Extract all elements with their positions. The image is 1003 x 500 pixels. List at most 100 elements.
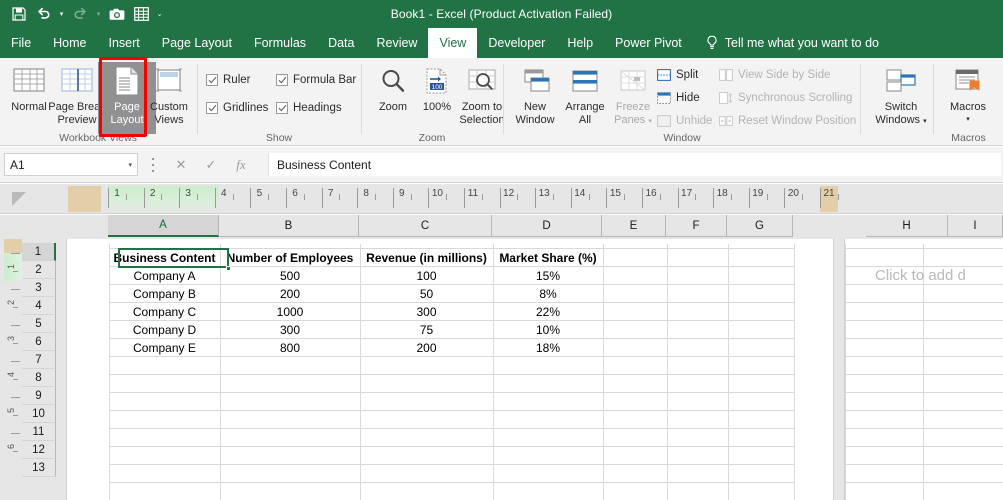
switch-windows-label-2: Windows ▾ [875, 114, 926, 129]
redo-dropdown-caret-icon[interactable]: ▾ [93, 3, 104, 25]
undo-icon[interactable] [32, 3, 54, 25]
table-cell[interactable]: 500 [220, 267, 360, 285]
tab-page-layout[interactable]: Page Layout [151, 28, 243, 58]
table-cell[interactable]: 800 [220, 339, 360, 357]
macros-button[interactable]: Macros ▾ [939, 62, 997, 134]
checkbox-headings[interactable]: Headings [276, 102, 342, 114]
row-header-1[interactable]: 1 [22, 243, 56, 261]
tab-review[interactable]: Review [365, 28, 428, 58]
view-side-by-side-label: View Side by Side [738, 69, 830, 81]
table-cell[interactable]: 22% [493, 303, 603, 321]
save-icon[interactable] [8, 3, 30, 25]
undo-dropdown-caret-icon[interactable]: ▾ [56, 3, 67, 25]
table-cell[interactable]: 10% [493, 321, 603, 339]
row-header-4[interactable]: 4 [22, 297, 56, 315]
table-cell[interactable]: Company C [109, 303, 220, 321]
chevron-down-icon[interactable]: ▾ [966, 114, 970, 127]
hide-button[interactable]: Hide [656, 91, 700, 104]
freeze-panes-button[interactable]: Freeze Panes ▾ [604, 62, 662, 134]
tab-view[interactable]: View [428, 28, 477, 58]
row-header-5[interactable]: 5 [22, 315, 56, 333]
table-cell[interactable]: 1000 [220, 303, 360, 321]
tab-formulas[interactable]: Formulas [243, 28, 317, 58]
unhide-button[interactable]: Unhide [656, 114, 712, 127]
camera-icon[interactable] [106, 3, 128, 25]
table-cell[interactable]: Company A [109, 267, 220, 285]
column-header-d[interactable]: D [492, 215, 602, 237]
unhide-icon [656, 114, 671, 127]
table-cell[interactable]: 18% [493, 339, 603, 357]
tab-help[interactable]: Help [556, 28, 604, 58]
row-header-13[interactable]: 13 [22, 459, 56, 477]
worksheet-surface[interactable]: Business ContentNumber of EmployeesReven… [56, 239, 1003, 500]
checkbox-gridlines[interactable]: Gridlines [206, 102, 268, 114]
table-icon[interactable] [130, 3, 152, 25]
tab-file[interactable]: File [0, 28, 42, 58]
table-cell[interactable]: 200 [220, 285, 360, 303]
column-header-e[interactable]: E [602, 215, 666, 237]
column-header-f[interactable]: F [666, 215, 727, 237]
row-header-7[interactable]: 7 [22, 351, 56, 369]
tab-home[interactable]: Home [42, 28, 97, 58]
table-cell[interactable]: Company E [109, 339, 220, 357]
tell-me-box[interactable]: Tell me what you want to do [693, 28, 879, 58]
table-cell[interactable]: 15% [493, 267, 603, 285]
column-header-g[interactable]: G [727, 215, 793, 237]
name-box-resize-handle[interactable] [148, 158, 158, 172]
tab-developer[interactable]: Developer [477, 28, 556, 58]
reset-window-position-button[interactable]: Reset Window Position [718, 114, 856, 127]
column-header-a[interactable]: A [108, 215, 219, 237]
tab-data[interactable]: Data [317, 28, 365, 58]
column-header-b[interactable]: B [219, 215, 359, 237]
column-header-h[interactable]: H [866, 215, 948, 237]
table-header-cell[interactable]: Market Share (%) [493, 249, 603, 267]
formula-input[interactable]: Business Content [268, 153, 1001, 176]
synchronous-scrolling-button[interactable]: Synchronous Scrolling [718, 91, 852, 104]
column-header-c[interactable]: C [359, 215, 492, 237]
split-button[interactable]: Split [656, 68, 698, 81]
table-cell[interactable]: 300 [220, 321, 360, 339]
table-cell[interactable]: 8% [493, 285, 603, 303]
column-header-i[interactable]: I [948, 215, 1003, 237]
row-header-12[interactable]: 12 [22, 441, 56, 459]
cancel-formula-icon[interactable]: ✕ [166, 153, 196, 176]
custom-views-button[interactable]: Custom Views [140, 62, 198, 134]
horizontal-ruler[interactable]: 123456789101112131415161718192021 [0, 184, 1003, 214]
gridline [845, 446, 1003, 447]
row-header-8[interactable]: 8 [22, 369, 56, 387]
switch-windows-button[interactable]: Switch Windows ▾ [870, 62, 932, 134]
table-cell[interactable]: 100 [360, 267, 493, 285]
table-header-cell[interactable]: Revenue (in millions) [360, 249, 493, 267]
checkbox-formula-bar[interactable]: Formula Bar [276, 74, 356, 86]
redo-icon[interactable] [69, 3, 91, 25]
enter-formula-icon[interactable]: ✓ [196, 153, 226, 176]
table-cell[interactable]: 200 [360, 339, 493, 357]
table-cell[interactable]: 300 [360, 303, 493, 321]
page-layout-icon [114, 64, 140, 98]
checkbox-ruler[interactable]: Ruler [206, 74, 250, 86]
row-header-9[interactable]: 9 [22, 387, 56, 405]
row-header-6[interactable]: 6 [22, 333, 56, 351]
table-cell[interactable]: 50 [360, 285, 493, 303]
row-header-3[interactable]: 3 [22, 279, 56, 297]
row-header-10[interactable]: 10 [22, 405, 56, 423]
chevron-down-icon[interactable]: ▾ [128, 161, 132, 169]
view-side-by-side-button[interactable]: View Side by Side [718, 68, 830, 81]
row-header-2[interactable]: 2 [22, 261, 56, 279]
insert-function-icon[interactable]: fx [226, 153, 256, 176]
vertical-ruler[interactable]: 123456 [0, 239, 22, 500]
name-box[interactable]: A1 ▾ [4, 153, 138, 176]
checkbox-headings-label: Headings [293, 102, 342, 114]
ribbon-tabs: File Home Insert Page Layout Formulas Da… [0, 28, 879, 58]
table-cell[interactable]: Company D [109, 321, 220, 339]
table-cell[interactable]: 75 [360, 321, 493, 339]
vruler-top-margin-block [4, 239, 22, 253]
table-header-cell[interactable]: Business Content [109, 249, 220, 267]
table-cell[interactable]: Company B [109, 285, 220, 303]
customize-qat-icon[interactable]: ⌄ [154, 3, 165, 25]
row-header-11[interactable]: 11 [22, 423, 56, 441]
tab-power-pivot[interactable]: Power Pivot [604, 28, 693, 58]
tell-me-label: Tell me what you want to do [725, 36, 879, 50]
table-header-cell[interactable]: Number of Employees [220, 249, 360, 267]
tab-insert[interactable]: Insert [98, 28, 151, 58]
